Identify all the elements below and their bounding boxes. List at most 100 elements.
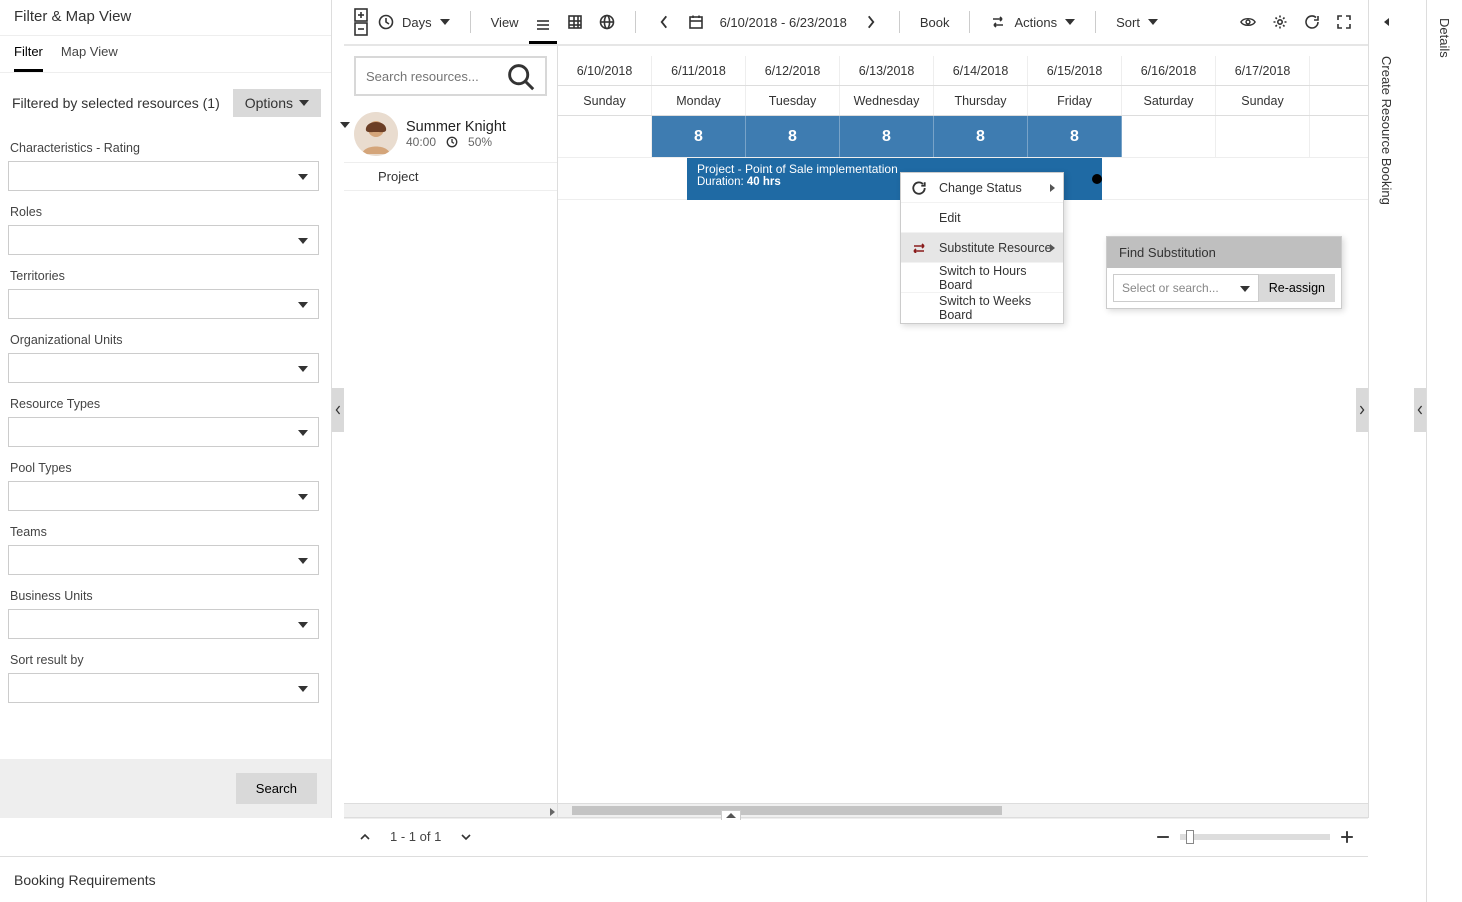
date-header-row: 6/10/20186/11/20186/12/20186/13/20186/14… (558, 56, 1368, 86)
hours-cell[interactable] (558, 116, 652, 157)
date-cell[interactable]: 6/15/2018 (1028, 56, 1122, 85)
resource-search[interactable] (354, 56, 547, 96)
gear-icon (1272, 14, 1288, 30)
filter-field-label: Resource Types (8, 397, 319, 411)
date-cell[interactable]: 6/13/2018 (840, 56, 934, 85)
filter-field-3[interactable] (8, 353, 319, 383)
details-strip[interactable]: Details (1426, 0, 1462, 902)
date-cell[interactable]: 6/10/2018 (558, 56, 652, 85)
date-cell[interactable]: 6/11/2018 (652, 56, 746, 85)
create-booking-label: Create Resource Booking (1379, 56, 1394, 205)
filter-field-label: Pool Types (8, 461, 319, 475)
hours-cell[interactable] (1122, 116, 1216, 157)
eye-icon (1240, 14, 1256, 30)
date-cell[interactable]: 6/14/2018 (934, 56, 1028, 85)
expand-icon (1336, 14, 1352, 30)
resource-row[interactable]: Summer Knight 40:00 50% (344, 106, 557, 163)
chevron-down-icon[interactable] (340, 122, 350, 128)
collapse-details-handle[interactable] (1414, 388, 1426, 432)
hours-cell[interactable]: 8 (1028, 116, 1122, 157)
board-grid: 6/10/20186/11/20186/12/20186/13/20186/14… (558, 46, 1368, 817)
create-booking-strip[interactable]: Create Resource Booking (1368, 0, 1404, 818)
view-map-button[interactable] (593, 10, 621, 34)
expand-button[interactable] (1330, 10, 1358, 34)
search-icon[interactable] (506, 62, 535, 91)
view-label: View (485, 11, 525, 34)
day-cell: Wednesday (840, 86, 934, 115)
filter-field-1[interactable] (8, 225, 319, 255)
resource-search-input[interactable] (366, 69, 506, 84)
menu-switch-hours[interactable]: Switch to Hours Board (901, 263, 1063, 293)
chevron-down-icon (1148, 19, 1158, 25)
options-button[interactable]: Options (233, 89, 321, 117)
chevron-down-icon[interactable] (459, 830, 473, 844)
settings-button[interactable] (1266, 10, 1294, 34)
date-prev[interactable] (650, 10, 678, 34)
substitution-select[interactable]: Select or search... (1113, 274, 1259, 302)
date-next[interactable] (857, 10, 885, 34)
hours-cell[interactable]: 8 (746, 116, 840, 157)
chevron-left-icon (1384, 18, 1389, 26)
filter-field-6[interactable] (8, 545, 319, 575)
collapse-filter-handle[interactable] (332, 388, 344, 432)
filter-field-8[interactable] (8, 673, 319, 703)
book-button[interactable]: Book (914, 11, 956, 34)
view-grid-button[interactable] (561, 10, 589, 34)
sort-button[interactable]: Sort (1110, 11, 1164, 34)
task-end-marker (1092, 174, 1102, 184)
date-cell[interactable]: 6/12/2018 (746, 56, 840, 85)
refresh-icon (1304, 14, 1320, 30)
filter-field-4[interactable] (8, 417, 319, 447)
date-picker[interactable] (682, 10, 710, 34)
day-cell: Friday (1028, 86, 1122, 115)
refresh-button[interactable] (1298, 10, 1326, 34)
hours-cell[interactable]: 8 (652, 116, 746, 157)
menu-change-status[interactable]: Change Status (901, 173, 1063, 203)
details-label: Details (1437, 18, 1452, 902)
time-scale-days[interactable]: Days (372, 10, 456, 34)
date-range[interactable]: 6/10/2018 - 6/23/2018 (714, 11, 853, 34)
zoom-out-icon[interactable] (1156, 830, 1170, 844)
hours-cell[interactable]: 8 (840, 116, 934, 157)
filter-field-5[interactable] (8, 481, 319, 511)
date-cell[interactable]: 6/17/2018 (1216, 56, 1310, 85)
filter-field-2[interactable] (8, 289, 319, 319)
options-button-label: Options (245, 95, 293, 111)
filter-field-7[interactable] (8, 609, 319, 639)
board-horizontal-scrollbar[interactable] (558, 803, 1368, 817)
project-subrow[interactable]: Project (344, 163, 557, 191)
filter-fields: Characteristics - Rating Roles Territori… (0, 133, 331, 759)
expand-collapse-rows[interactable] (354, 8, 368, 36)
chevron-right-icon (863, 14, 879, 30)
swap-icon (911, 240, 927, 256)
chevron-up-icon[interactable] (358, 830, 372, 844)
day-cell: Tuesday (746, 86, 840, 115)
reassign-button[interactable]: Re-assign (1259, 274, 1335, 302)
resource-column-scrollbar[interactable] (344, 803, 557, 817)
tab-map-view[interactable]: Map View (61, 44, 118, 72)
hours-cell[interactable]: 8 (934, 116, 1028, 157)
visibility-button[interactable] (1234, 10, 1262, 34)
drag-up-handle[interactable] (721, 810, 741, 820)
hours-cell[interactable] (1216, 116, 1310, 157)
view-list-button[interactable] (529, 13, 557, 44)
actions-button[interactable]: Actions (984, 10, 1081, 34)
search-button[interactable]: Search (236, 773, 317, 804)
date-cell[interactable]: 6/16/2018 (1122, 56, 1216, 85)
collapse-create-handle[interactable] (1356, 388, 1368, 432)
filter-field-label: Characteristics - Rating (8, 141, 319, 155)
tab-filter[interactable]: Filter (14, 44, 43, 72)
day-cell: Sunday (1216, 86, 1310, 115)
menu-switch-weeks[interactable]: Switch to Weeks Board (901, 293, 1063, 323)
day-cell: Saturday (1122, 86, 1216, 115)
menu-substitute-resource[interactable]: Substitute Resource (901, 233, 1063, 263)
filter-panel: Filter & Map View Filter Map View Filter… (0, 0, 332, 818)
zoom-slider[interactable] (1180, 834, 1330, 840)
zoom-in-icon[interactable] (1340, 830, 1354, 844)
zoom-control[interactable] (1156, 830, 1354, 844)
chevron-right-icon (1050, 244, 1055, 252)
filter-field-0[interactable] (8, 161, 319, 191)
booking-requirements-bar[interactable]: Booking Requirements (0, 856, 1368, 902)
menu-edit[interactable]: Edit (901, 203, 1063, 233)
chevron-down-icon (1065, 19, 1075, 25)
